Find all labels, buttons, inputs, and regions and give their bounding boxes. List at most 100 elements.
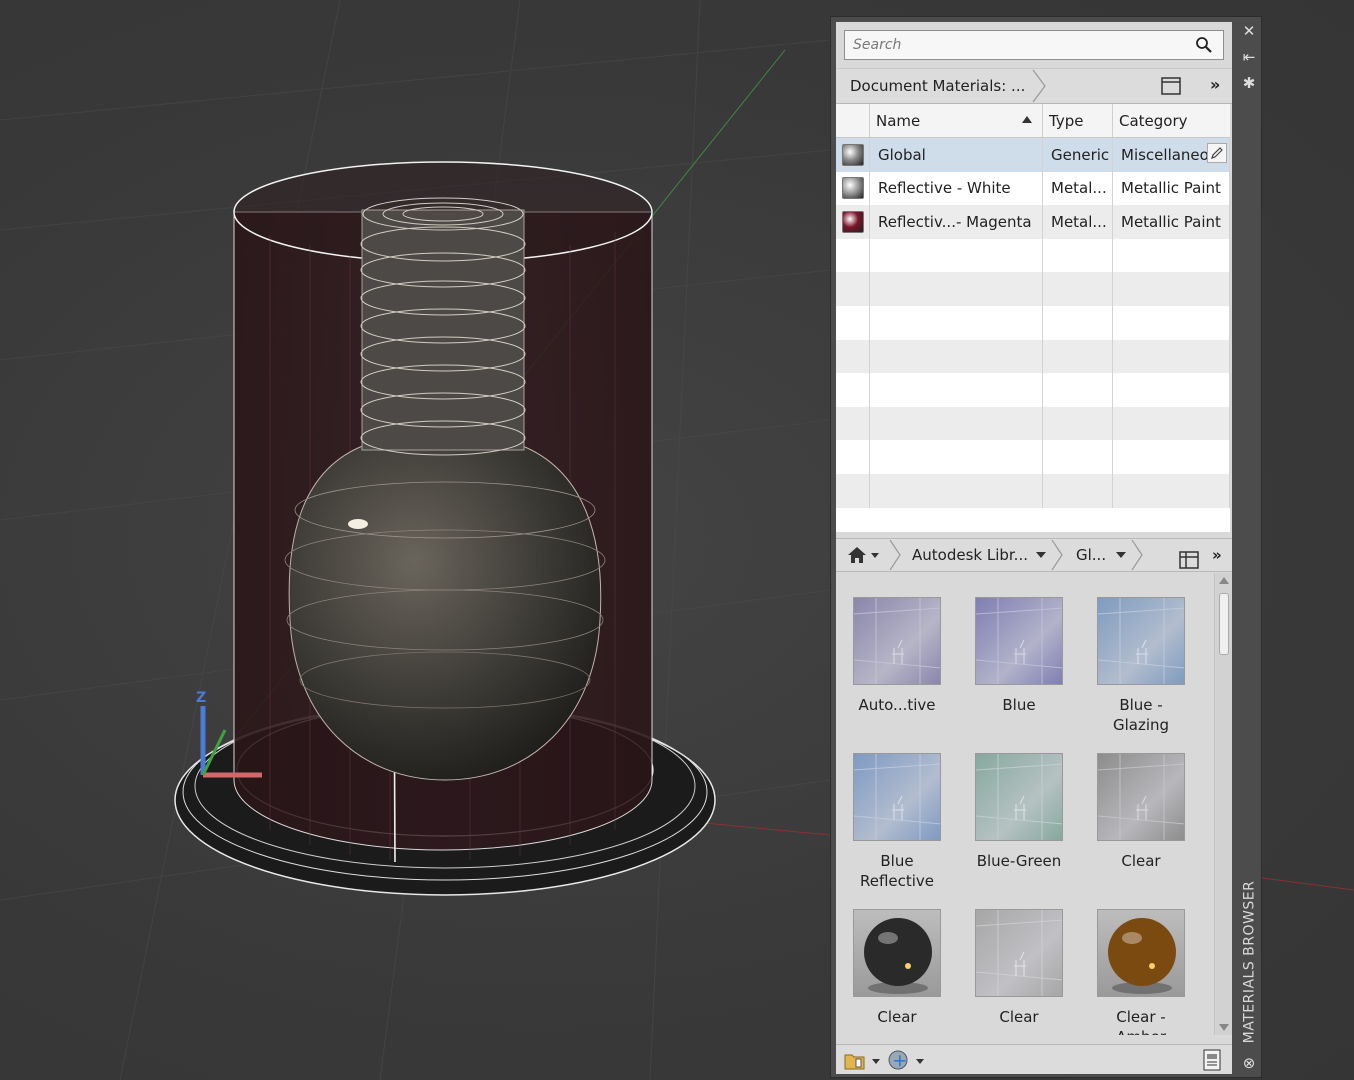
- table-row: [836, 373, 1230, 407]
- empty-cell: [836, 238, 870, 273]
- table-row: [836, 305, 1230, 340]
- library-material-tile[interactable]: Clear: [958, 909, 1080, 1027]
- material-editor-icon[interactable]: [1202, 1049, 1222, 1075]
- library-material-tile[interactable]: Blue-Green: [958, 753, 1080, 871]
- material-label: Blue: [1002, 696, 1036, 714]
- edit-pencil-icon[interactable]: [1207, 143, 1227, 163]
- empty-cell: [836, 305, 870, 340]
- library-material-tile[interactable]: Blue Reflective: [836, 753, 958, 891]
- cell-type: Metal...: [1043, 171, 1113, 206]
- library-dropdown[interactable]: Autodesk Libr...: [912, 539, 1028, 571]
- empty-cell: [836, 373, 870, 407]
- more-options-icon[interactable]: »: [1210, 75, 1220, 94]
- library-material-tile[interactable]: Clear: [1080, 753, 1202, 871]
- breadcrumb-chevron-icon: [1131, 539, 1143, 571]
- table-row: [836, 440, 1230, 474]
- list-view-icon[interactable]: [1160, 75, 1182, 97]
- material-swatch-icon: [842, 143, 864, 166]
- material-label: Clear: [877, 1008, 917, 1026]
- scrollbar-thumb[interactable]: [1219, 593, 1229, 655]
- empty-cell: [1113, 440, 1230, 474]
- empty-cell: [836, 406, 870, 441]
- library-material-tile[interactable]: Clear: [836, 909, 958, 1027]
- chevron-down-icon[interactable]: [1034, 539, 1048, 571]
- table-row[interactable]: Reflective - White Metal... Metallic Paint: [836, 171, 1230, 206]
- empty-cell: [836, 272, 870, 306]
- empty-cell: [870, 440, 1043, 474]
- scroll-down-icon[interactable]: [1219, 1024, 1229, 1031]
- table-row[interactable]: Global Generic Miscellaneous: [836, 138, 1230, 172]
- library-material-tile[interactable]: Blue: [958, 597, 1080, 715]
- library-scrollbar[interactable]: [1214, 573, 1232, 1035]
- cell-type: Metal...: [1043, 205, 1113, 239]
- header-category[interactable]: Category: [1113, 104, 1230, 137]
- cell-name: Reflective - White: [870, 171, 1043, 206]
- material-label: Blue - Glazing: [1112, 696, 1170, 734]
- material-swatch: [836, 138, 870, 172]
- close-icon[interactable]: ✕: [1241, 23, 1257, 39]
- table-row[interactable]: Reflectiv...- Magenta Metal... Metallic Pa…: [836, 205, 1230, 239]
- properties-icon[interactable]: ✱: [1241, 75, 1257, 91]
- table-row: [836, 238, 1230, 273]
- empty-cell: [1113, 473, 1230, 508]
- create-material-icon[interactable]: [888, 1049, 924, 1075]
- cell-name: Global: [870, 138, 1043, 172]
- library-bar: Autodesk Libr... Gl... »: [836, 538, 1232, 572]
- scroll-up-icon[interactable]: [1219, 577, 1229, 584]
- breadcrumb-chevron-icon: [1051, 539, 1063, 571]
- empty-cell: [1043, 272, 1113, 306]
- table-header: Name Type Category: [836, 104, 1230, 138]
- search-box: [844, 30, 1224, 60]
- empty-cell: [870, 473, 1043, 508]
- material-label: Auto...tive: [858, 696, 936, 714]
- material-thumbnail: [975, 597, 1063, 685]
- empty-cell: [1113, 406, 1230, 441]
- empty-cell: [836, 339, 870, 374]
- library-material-tile[interactable]: Auto...tive: [836, 597, 958, 715]
- material-thumbnail: [853, 909, 941, 997]
- material-swatch: [836, 171, 870, 206]
- table-row: [836, 339, 1230, 374]
- empty-cell: [1113, 339, 1230, 374]
- material-thumbnail: [853, 753, 941, 841]
- palette-body: Document Materials: ... » Name Type Cate…: [836, 22, 1232, 1074]
- breadcrumb-chevron-icon: [1032, 69, 1046, 103]
- search-icon[interactable]: [1193, 34, 1215, 56]
- header-swatch: [836, 104, 870, 137]
- category-dropdown[interactable]: Gl...: [1076, 539, 1106, 571]
- thumbnail-view-icon[interactable]: [1178, 544, 1200, 576]
- empty-cell: [870, 272, 1043, 306]
- empty-cell: [1043, 305, 1113, 340]
- materials-browser-palette: Document Materials: ... » Name Type Cate…: [830, 16, 1262, 1078]
- library-thumbnail-grid: Auto...tive Blue Blue - Glazing Blue Reflec…: [836, 573, 1214, 1035]
- material-swatch-icon: [842, 177, 864, 200]
- palette-menu-icon[interactable]: ⊗: [1241, 1055, 1257, 1071]
- more-options-icon[interactable]: »: [1212, 539, 1222, 571]
- auto-hide-icon[interactable]: ⇤: [1241, 49, 1257, 65]
- table-row: [836, 272, 1230, 306]
- table-body: Global Generic Miscellaneous Reflective - W…: [836, 138, 1230, 508]
- material-thumbnail: [1097, 753, 1185, 841]
- sort-ascending-icon: [1022, 116, 1032, 123]
- header-name[interactable]: Name: [870, 104, 1043, 137]
- library-material-tile[interactable]: Clear - Amber: [1080, 909, 1202, 1035]
- empty-cell: [1043, 339, 1113, 374]
- library-material-tile[interactable]: Blue - Glazing: [1080, 597, 1202, 735]
- home-icon[interactable]: [846, 539, 880, 571]
- document-materials-breadcrumb[interactable]: Document Materials: ...: [836, 69, 1046, 103]
- chevron-down-icon[interactable]: [1114, 539, 1128, 571]
- palette-bottom-bar: [836, 1044, 1232, 1074]
- material-swatch: [836, 205, 870, 239]
- empty-cell: [1113, 272, 1230, 306]
- empty-cell: [870, 238, 1043, 273]
- cell-name: Reflectiv...- Magenta: [870, 205, 1043, 239]
- header-type[interactable]: Type: [1043, 104, 1113, 137]
- palette-title: MATERIALS BROWSER: [1241, 880, 1258, 1044]
- empty-cell: [1113, 238, 1230, 273]
- material-thumbnail: [975, 753, 1063, 841]
- cell-category: Miscellaneous: [1113, 138, 1230, 172]
- material-label: Clear - Amber: [1116, 1008, 1166, 1035]
- manage-library-icon[interactable]: [844, 1049, 880, 1075]
- search-input[interactable]: [853, 37, 1193, 53]
- empty-cell: [1043, 473, 1113, 508]
